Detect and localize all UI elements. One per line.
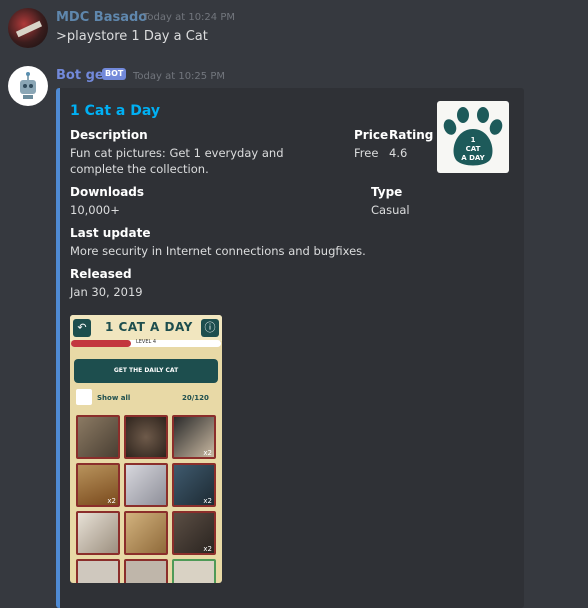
field-value-downloads: 10,000+	[70, 203, 120, 217]
username[interactable]: MDC Basado	[56, 10, 147, 25]
bot-badge: BOT	[102, 68, 127, 80]
bot-avatar[interactable]	[8, 66, 48, 106]
cat-photo	[124, 415, 168, 459]
app-screenshot-image[interactable]: ↶ 1 CAT A DAY ⓘ LEVEL 4 GET THE DAILY CA…	[70, 315, 222, 583]
field-value-price: Free	[354, 146, 379, 160]
field-name-rating: Rating	[389, 128, 434, 142]
show-all-label: Show all	[97, 394, 131, 402]
screenshot-title: 1 CAT A DAY	[105, 320, 193, 334]
thumbnail-text-1: 1	[470, 136, 476, 144]
show-all-checkbox	[76, 389, 92, 405]
field-name-released: Released	[70, 267, 132, 281]
message-content: >playstore 1 Day a Cat	[56, 29, 208, 44]
field-name-description: Description	[70, 128, 148, 142]
cat-photo	[76, 559, 120, 583]
user-avatar[interactable]	[8, 8, 48, 48]
field-name-downloads: Downloads	[70, 185, 145, 199]
thumbnail-text-3: A DAY	[461, 154, 485, 162]
app-embed: 1 Cat a Day Description Fun cat pictures…	[56, 88, 524, 608]
field-value-released: Jan 30, 2019	[70, 285, 143, 299]
field-name-price: Price	[354, 128, 389, 142]
cat-photo	[76, 415, 120, 459]
cat-photo: x2	[76, 463, 120, 507]
robot-icon	[20, 72, 36, 99]
level-text: LEVEL 4	[135, 339, 157, 345]
bot-username[interactable]: Bot gei	[56, 68, 108, 83]
info-icon: ⓘ	[201, 319, 219, 337]
field-value-type: Casual	[371, 203, 410, 217]
thumbnail-text-2: CAT	[465, 145, 481, 153]
timestamp: Today at 10:25 PM	[133, 71, 225, 82]
field-name-last-update: Last update	[70, 226, 151, 240]
duplicate-badge: x2	[107, 497, 116, 505]
duplicate-badge: x2	[203, 545, 212, 553]
cat-photo	[172, 559, 216, 583]
field-value-rating: 4.6	[389, 146, 408, 160]
field-name-type: Type	[371, 185, 403, 199]
cat-photo	[124, 559, 168, 583]
cat-photo: x2	[172, 463, 216, 507]
level-progress-bar: LEVEL 4	[71, 339, 221, 347]
embed-accent-bar	[56, 88, 60, 608]
field-value-last-update: More security in Internet connections an…	[70, 244, 366, 258]
cat-photo	[124, 463, 168, 507]
field-value-description: Fun cat pictures: Get 1 everyday and com…	[70, 146, 284, 176]
cat-photo: x2	[172, 511, 216, 555]
timestamp: Today at 10:24 PM	[143, 12, 235, 23]
cat-photo	[76, 511, 120, 555]
duplicate-badge: x2	[203, 449, 212, 457]
app-thumbnail[interactable]: 1 CAT A DAY	[437, 101, 509, 173]
collection-count: 20/120	[182, 394, 209, 402]
cat-photo: x2	[172, 415, 216, 459]
daily-cat-button: GET THE DAILY CAT	[74, 359, 218, 383]
cat-photo	[124, 511, 168, 555]
back-arrow-icon: ↶	[73, 319, 91, 337]
embed-title-link[interactable]: 1 Cat a Day	[70, 103, 160, 119]
duplicate-badge: x2	[203, 497, 212, 505]
